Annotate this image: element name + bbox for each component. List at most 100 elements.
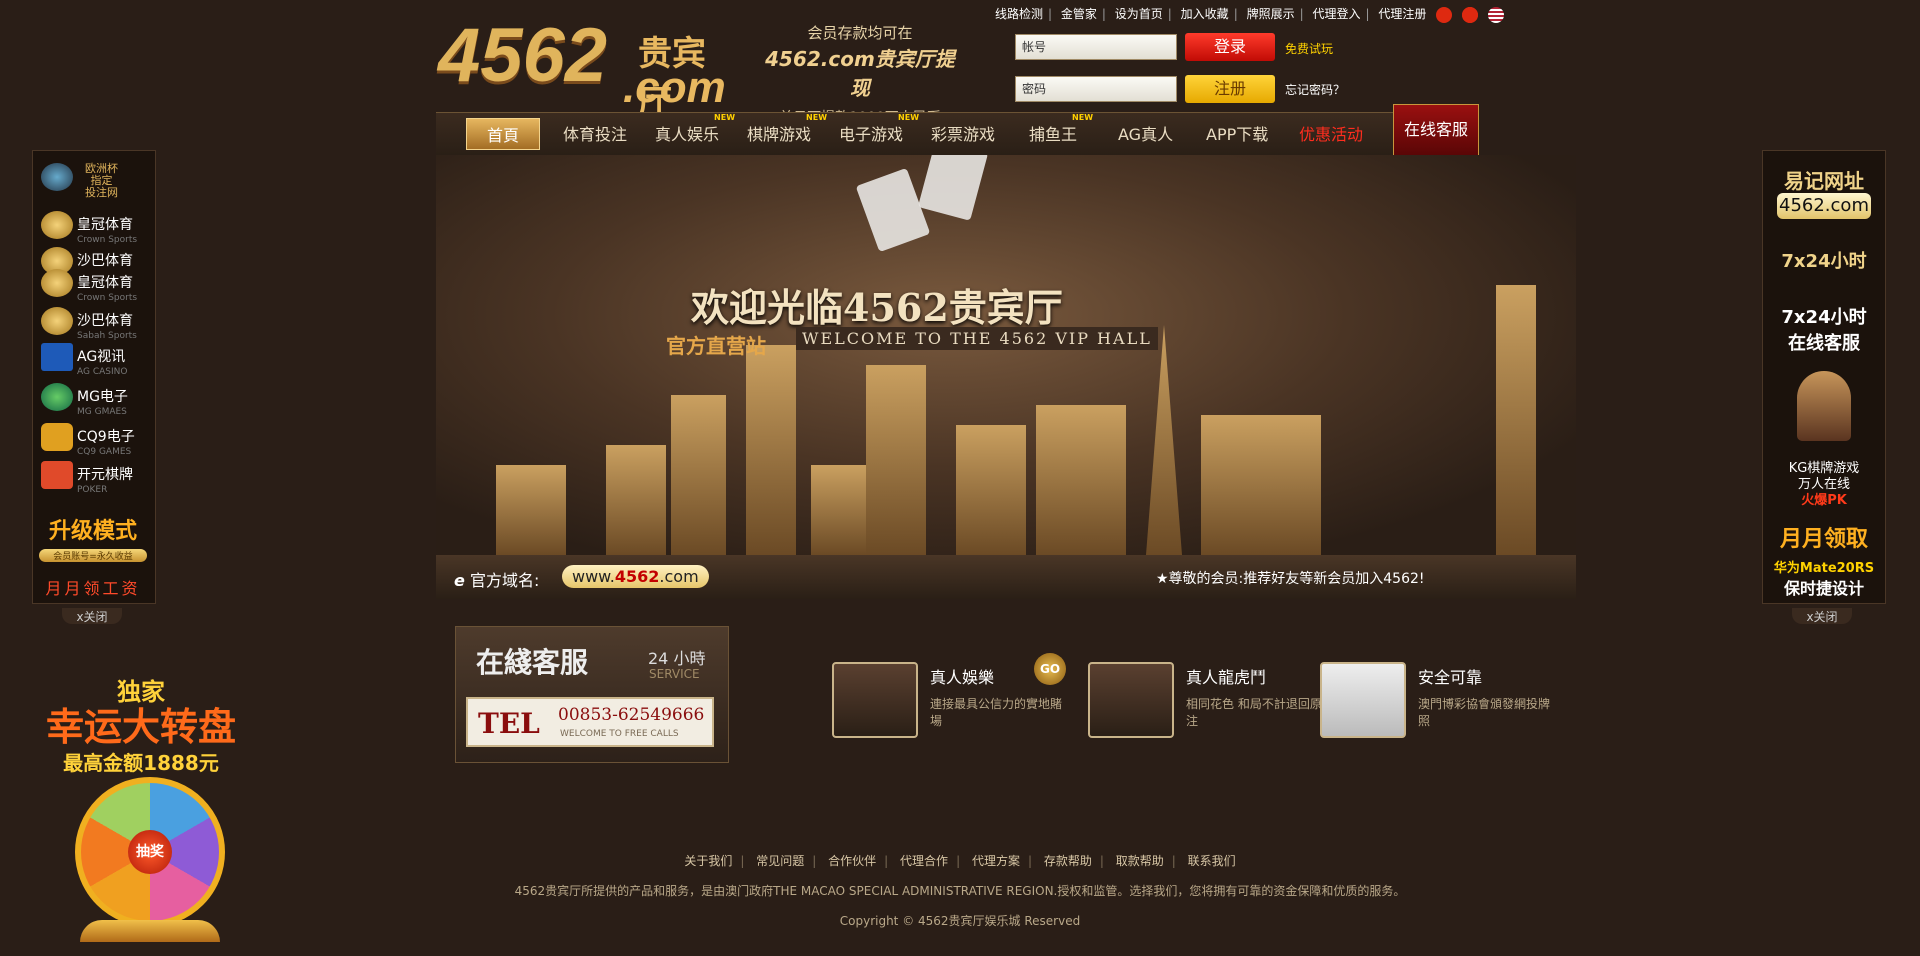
nav-chess-label: 棋牌游戏 [747,125,812,144]
sidebar-item-ky[interactable]: 开元棋牌 POKER [41,461,133,495]
sidebar-item-ag[interactable]: AG视讯 AG CASINO [41,343,127,377]
nav-promo[interactable]: 优惠活动 [1299,121,1363,145]
toplink-agent-register[interactable]: 代理注册 [1378,7,1426,21]
register-button[interactable]: 注册 [1185,75,1275,103]
crown-icon [41,211,73,239]
cq9-label-en: CQ9 GAMES [77,447,132,457]
nav-live[interactable]: 真人娱乐 NEW [655,113,735,145]
skyline-building [866,365,926,555]
customer-service-box[interactable]: 在綫客服 24 小時 SERVICE TEL 00853-62549666 WE… [455,626,729,763]
skyline-building [1496,285,1536,555]
sidebar-item-cq9[interactable]: CQ9电子 CQ9 GAMES [41,423,135,457]
go-button[interactable]: GO [1034,653,1066,685]
sidebar-item-mg[interactable]: MG电子 MG GMAES [41,383,128,417]
main-nav: 首頁 体育投注 真人娱乐 NEW 棋牌游戏 NEW 电子游戏 NEW 彩票游戏 捕鱼王… [436,112,1478,156]
service-hours-1: 7x24小时 [1781,251,1867,272]
top-links: 线路检测 | 金管家 | 设为首页 | 加入收藏 | 牌照展示 | 代理登入 | 代理注册 [995,5,1504,23]
skyline-building [496,465,566,555]
banner-welcome: 欢迎光临4562贵宾厅 [691,285,1063,330]
saba-label-2: 沙巴体育 [77,313,133,329]
domain-prefix: www. [572,567,615,586]
cards-hand-image [832,662,918,738]
footer-link-partners[interactable]: 合作伙伴 [828,854,876,868]
upgrade-mode[interactable]: 升级模式 [43,513,143,545]
usa-flag-icon[interactable] [1487,6,1504,23]
login-button[interactable]: 登录 [1185,33,1275,61]
phone-line2: 保时捷设计 [1783,579,1864,598]
footer-link-faq[interactable]: 常见问题 [756,854,804,868]
footer-link-withdraw-help[interactable]: 取款帮助 [1116,854,1164,868]
account-input[interactable]: 帐号 [1015,34,1177,60]
nav-sports[interactable]: 体育投注 [563,121,627,145]
nav-home[interactable]: 首頁 [466,118,541,150]
nav-slots[interactable]: 电子游戏 NEW [839,113,919,145]
free-trial-link[interactable]: 免费试玩 [1285,40,1333,57]
toplink-check[interactable]: 线路检测 [995,7,1043,21]
nav-slots-label: 电子游戏 [839,125,904,144]
banner-subtitle-en: WELCOME TO THE 4562 VIP HALL [796,327,1158,350]
hongkong-flag-icon[interactable] [1462,6,1479,23]
slogan-line2: 4562.com贵宾厅提现 [765,47,955,100]
saba-label-en: Sabah Sports [77,331,137,341]
lucky-wheel[interactable]: 抽奖 [75,777,225,927]
footer-link-agent-plan[interactable]: 代理方案 [972,854,1020,868]
nav-lottery[interactable]: 彩票游戏 [931,121,995,145]
feature-dragon-tiger[interactable]: 真人龍虎鬥 相同花色 和局不計退回原注 [1088,660,1328,740]
cs-tel-card[interactable]: TEL 00853-62549666 WELCOME TO FREE CALLS [466,697,714,747]
feature-desc: 連接最具公信力的實地賭場 [930,697,1063,728]
nav-app[interactable]: APP下载 [1206,121,1268,145]
feature-title: 真人龍虎鬥 [1186,668,1267,687]
feature-security[interactable]: 安全可靠 澳門博彩協會頒發網投牌照 [1320,660,1560,740]
footer-link-contact[interactable]: 联系我们 [1188,854,1236,868]
footer-link-about[interactable]: 关于我们 [684,854,732,868]
monthly-claim[interactable]: 月月领取 [1763,521,1885,553]
site-logo[interactable]: 4562 贵宾厅 .com [438,18,738,124]
sidebar-item-crown[interactable]: 皇冠体育 Crown Sports [41,211,137,245]
nav-fishing[interactable]: 捕鱼王 NEW [1029,113,1093,145]
feature-title: 安全可靠 [1418,668,1483,687]
online-service-label[interactable]: 在线客服 [1763,329,1885,355]
mg-label: MG电子 [77,389,128,405]
ag-icon [41,343,73,371]
skyline-building [606,445,666,555]
toplink-steward[interactable]: 金管家 [1061,7,1097,21]
toplink-license[interactable]: 牌照展示 [1247,7,1295,21]
right-sidebar-close[interactable]: x关闭 [1792,608,1852,624]
footer-statement: 4562贵宾厅所提供的产品和服务，是由澳门政府THE MACAO SPECIAL… [514,884,1406,898]
footer-link-deposit-help[interactable]: 存款帮助 [1044,854,1092,868]
toplink-homepage[interactable]: 设为首页 [1115,7,1163,21]
upgrade-sub: 会员账号=永久收益 [39,549,147,562]
password-input[interactable]: 密码 [1015,76,1177,102]
toplink-agent-login[interactable]: 代理登入 [1312,7,1360,21]
dragon-tiger-image [1088,662,1174,738]
cs-title: 在綫客服 [476,646,589,679]
sidebar-item-euro[interactable]: 欧洲杯 指定 投注网 [41,163,141,199]
wheel-draw-button[interactable]: 抽奖 [128,830,172,874]
cq9-icon [41,423,73,451]
domain-pill[interactable]: www.4562.com [562,565,709,588]
lucky-wheel-title[interactable]: 独家 幸运大转盘 最高金额1888元 [6,672,276,776]
sidebar-item-saba-2[interactable]: 沙巴体育 Sabah Sports [41,307,137,341]
nav-ag[interactable]: AG真人 [1118,121,1173,145]
easy-url-title: 易记网址 [1784,169,1864,193]
ky-icon [41,461,73,489]
sidebar-item-crown-2[interactable]: 皇冠体育 Crown Sports [41,269,137,303]
easy-url-domain[interactable]: 4562.com [1777,193,1871,219]
toplink-favorite[interactable]: 加入收藏 [1181,7,1229,21]
online-service-button[interactable]: 在线客服 [1393,104,1479,156]
eiffel-tower-image [1146,325,1182,555]
mg-label-en: MG GMAES [77,407,127,417]
forgot-password-link[interactable]: 忘记密码？ [1285,81,1345,98]
monthly-salary: 月月领工资 [45,579,141,598]
service-hours-2: 7x24小时 [1781,307,1867,328]
marquee-notice: ★尊敬的会员:推荐好友等新会员加入4562! [1156,571,1425,587]
separator: | [1233,7,1238,21]
china-flag-icon[interactable] [1436,6,1453,23]
left-sidebar-close[interactable]: x关闭 [62,608,122,624]
logo-com: .com [623,63,726,112]
footer-link-agent[interactable]: 代理合作 [900,854,948,868]
feature-desc: 相同花色 和局不計退回原注 [1186,697,1322,728]
playing-card-image [917,155,989,221]
new-badge: NEW [898,113,920,122]
nav-chess[interactable]: 棋牌游戏 NEW [747,113,827,145]
